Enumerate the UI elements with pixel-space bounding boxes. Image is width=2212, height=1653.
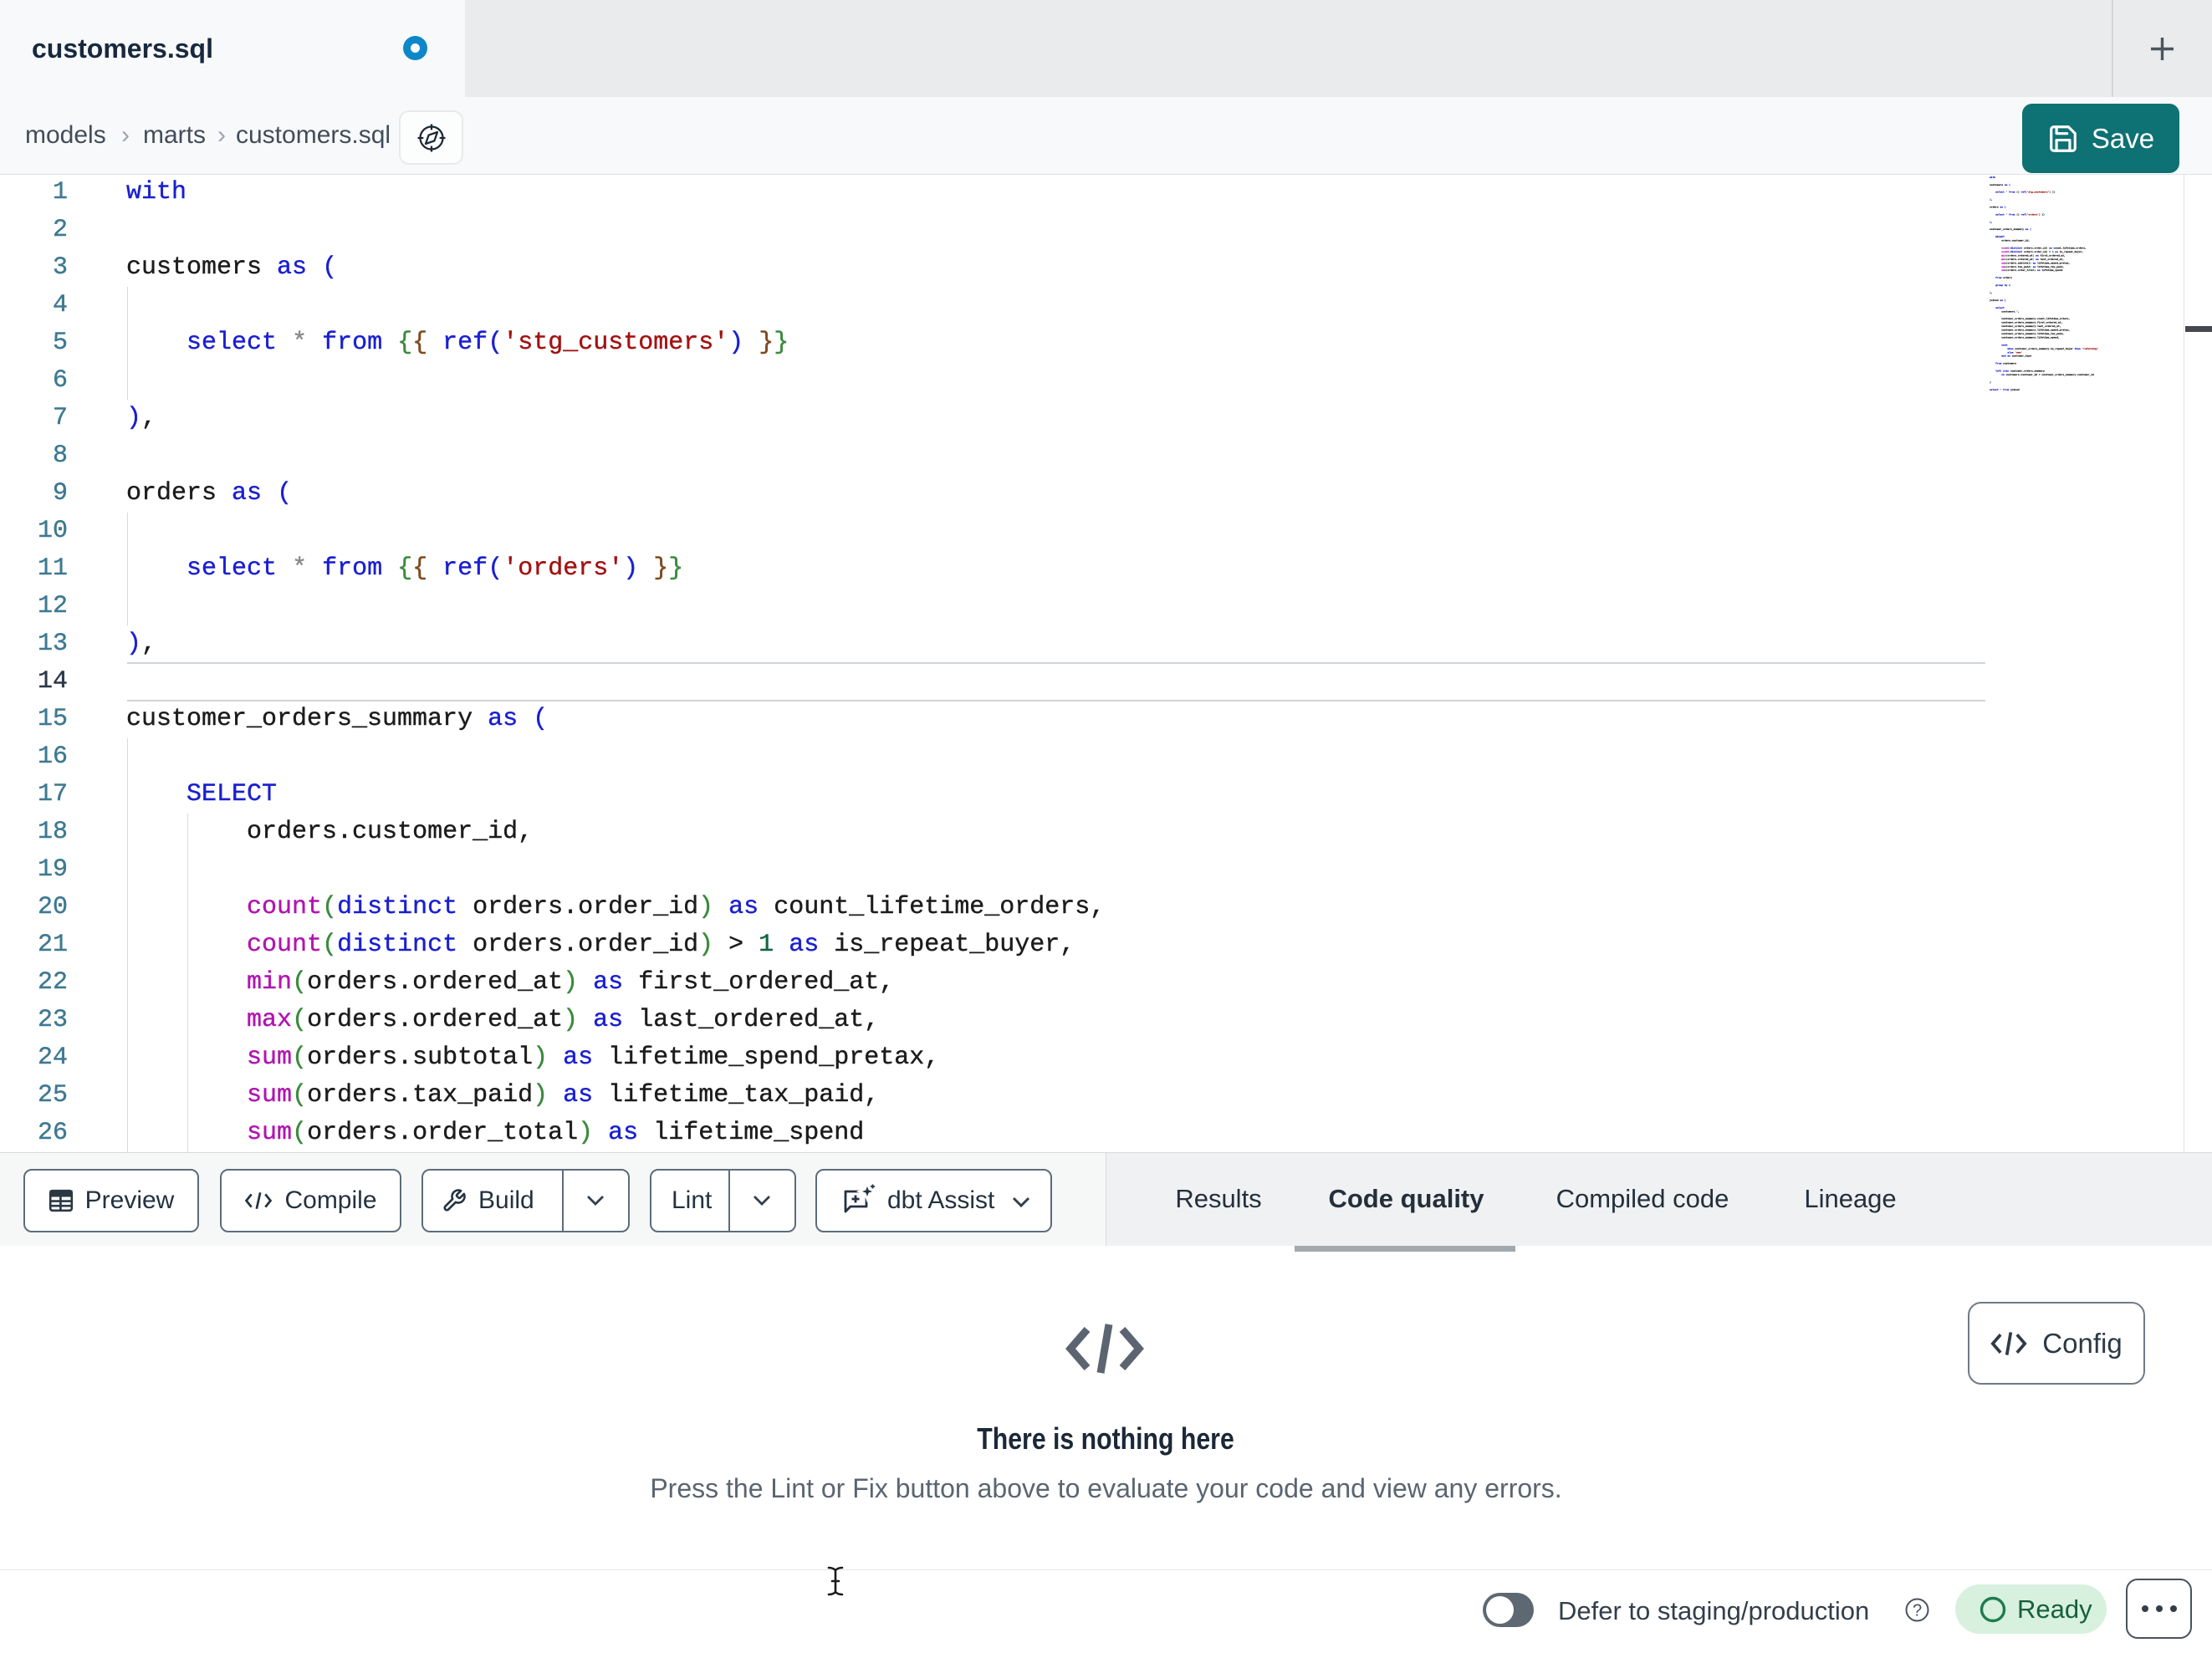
svg-text:?: ?: [1913, 1602, 1922, 1620]
